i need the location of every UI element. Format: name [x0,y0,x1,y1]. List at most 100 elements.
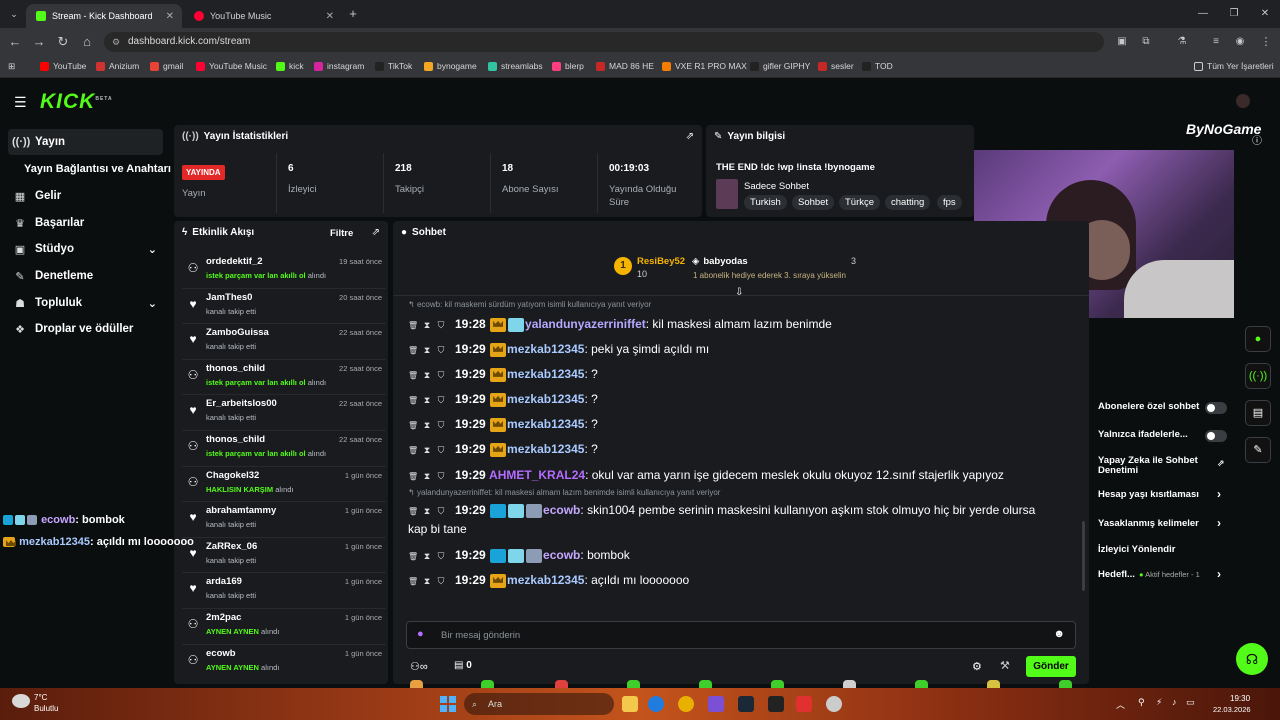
info-icon[interactable]: ⓘ [1252,132,1262,147]
timeout-icon[interactable]: ⧗ [422,366,432,385]
timeout-icon[interactable]: ⧗ [422,467,432,486]
battery-icon[interactable]: ▭ [1186,697,1195,708]
sidebar-item-gelir[interactable]: ▦ Gelir [8,183,163,209]
delete-message-icon[interactable]: 🗑 [408,416,418,435]
chevron-right-icon[interactable]: › [1217,487,1221,501]
activity-item[interactable]: ♥ JamThes0 20 saat önce kanalı takip etti [182,289,386,325]
ban-shield-icon[interactable]: ⛉ [436,341,446,360]
reply-context[interactable]: ↰ ecowb: kil maskemi sürdüm yatıyom isim… [408,300,651,309]
network-icon[interactable]: ⚡ [1156,697,1162,708]
leaderboard-top-user[interactable]: ResiBey52 [637,256,685,267]
delete-message-icon[interactable]: 🗑 [408,366,418,385]
delete-message-icon[interactable]: 🗑 [408,341,418,360]
sidebar-item-stream-key[interactable]: Yayın Bağlantısı ve Anahtarı [20,156,175,182]
delete-message-icon[interactable]: 🗑 [408,502,418,521]
volume-icon[interactable]: ♪ [1172,697,1177,707]
activity-item[interactable]: ♥ ZamboGuissa 22 saat önce kanalı takip ett… [182,324,386,360]
mod-setting-item[interactable]: İzleyici Yönlendir [1098,544,1175,555]
bookmark-item[interactable]: sesler [818,61,854,71]
ban-shield-icon[interactable]: ⛉ [436,547,446,566]
bookmark-item[interactable]: YouTube [40,61,86,71]
weather-text[interactable]: Bulutlu [34,704,58,713]
timeout-icon[interactable]: ⧗ [422,416,432,435]
ban-shield-icon[interactable]: ⛉ [436,502,446,521]
bookmark-item[interactable]: instagram [314,61,364,71]
sidebar-item-denetleme[interactable]: ✎ Denetleme [8,263,163,289]
chat-mode-icon[interactable]: ● [1245,326,1271,352]
leaderboard-second[interactable]: ◈ babyodas [692,256,748,267]
external-link-icon[interactable]: ⇗ [1217,458,1225,469]
chat-scrollbar[interactable] [1082,521,1085,591]
mod-setting-item[interactable]: Hesap yaşı kısıtlaması [1098,489,1199,500]
chat-message[interactable]: 🗑 ⧗ ⛉ 19:29 mezkab12345: peki ya şimdi açıl… [408,340,1078,360]
extension-icon[interactable]: ▣ [1114,34,1130,50]
message-username[interactable]: mezkab12345 [507,573,584,587]
tray-chevron-icon[interactable]: ︿ [1116,698,1125,711]
bookmark-item[interactable]: MAD 86 HE [596,61,654,71]
chat-message[interactable]: 🗑 ⧗ ⛉ 19:29 AHMET_KRAL24: okul var ama yarı… [408,466,1078,486]
chat-message[interactable]: 🗑 ⧗ ⛉ 19:29 ecowb: skin1004 pembe serinin m… [408,501,1078,521]
chat-message[interactable]: 🗑 ⧗ ⛉ 19:29 mezkab12345: ? [408,390,1078,410]
ban-shield-icon[interactable]: ⛉ [436,316,446,335]
profile-avatar-icon[interactable]: ◉ [1232,34,1248,50]
ban-shield-icon[interactable]: ⛉ [436,416,446,435]
mod-setting-item[interactable]: Yalnızca ifadelerle... [1098,429,1188,440]
forward-icon[interactable]: → [31,34,47,50]
tab-list-button[interactable]: ⌄ [6,6,22,22]
bookmark-item[interactable]: kick [276,61,304,71]
toggle-switch[interactable] [1205,430,1227,442]
hamburger-menu-icon[interactable]: ☰ [14,94,27,111]
browser-menu-icon[interactable]: ⋮ [1258,34,1274,50]
weather-cloud-icon[interactable] [12,694,30,708]
delete-message-icon[interactable]: 🗑 [408,391,418,410]
chat-message[interactable]: 🗑 ⧗ ⛉ 19:29 mezkab12345: açıldı mı looooooo [408,571,1078,591]
activity-item[interactable]: ⚇ Chagokel32 1 gün önce HAKLISIN KARŞIM alı… [182,467,386,503]
ban-shield-icon[interactable]: ⛉ [436,441,446,460]
sidebar-item-studyo[interactable]: ▣ Stüdyo ⌄ [8,236,163,262]
timeout-icon[interactable]: ⧗ [422,341,432,360]
message-username[interactable]: mezkab12345 [507,342,584,356]
activity-item[interactable]: ⚇ ecowb 1 gün önce AYNEN AYNEN alındı [182,645,386,681]
chat-message[interactable]: 🗑 ⧗ ⛉ 19:29 mezkab12345: ? [408,440,1078,460]
delete-message-icon[interactable]: 🗑 [408,572,418,591]
lab-icon[interactable]: ⚗ [1174,34,1190,50]
activity-item[interactable]: ♥ arda169 1 gün önce kanalı takip etti [182,573,386,609]
collapse-arrow-icon[interactable]: ⇩ [735,287,743,298]
new-tab-icon[interactable]: + [345,6,361,22]
chat-input[interactable]: ● Bir mesaj gönderin ☻ [406,621,1076,649]
activity-item[interactable]: ⚇ 2m2pac 1 gün önce AYNEN AYNEN alındı [182,609,386,645]
ban-shield-icon[interactable]: ⛉ [436,467,446,486]
chevron-right-icon[interactable]: › [1217,567,1221,581]
delete-message-icon[interactable]: 🗑 [408,441,418,460]
timeout-icon[interactable]: ⧗ [422,316,432,335]
broadcast-toggle-icon[interactable]: ((·)) [1245,363,1271,389]
close-tab-icon[interactable]: ✕ [166,11,174,22]
activity-item[interactable]: ⚇ ordedektif_2 19 saat önce istek parçam va… [182,253,386,289]
ban-shield-icon[interactable]: ⛉ [436,572,446,591]
restore-window-icon[interactable]: ❐ [1226,6,1242,22]
mod-tools-icon[interactable]: ⚒ [1000,659,1010,672]
bookmark-item[interactable]: TOD [862,61,893,71]
users-icon[interactable]: ⚇∞ [410,660,428,673]
bookmark-item[interactable]: bynogame [424,61,477,71]
sidebar-item-droplar[interactable]: ❖ Droplar ve ödüller [8,316,163,342]
timeout-icon[interactable]: ⧗ [422,502,432,521]
sidebar-item-yayin[interactable]: ((·)) Yayın [8,129,163,155]
reload-icon[interactable]: ↻ [55,34,71,50]
timeout-icon[interactable]: ⧗ [422,547,432,566]
toggle-switch[interactable] [1205,402,1227,414]
puzzle-icon[interactable]: ⧉ [1138,34,1154,50]
app-icon[interactable] [768,696,784,712]
user-avatar[interactable] [1236,94,1250,108]
microphone-icon[interactable]: ● [417,628,424,640]
kick-logo[interactable]: KICKBETA [40,90,113,114]
delete-message-icon[interactable]: 🗑 [408,547,418,566]
activity-item[interactable]: ♥ Er_arbeitslos00 22 saat önce kanalı takip… [182,395,386,431]
popout-icon[interactable]: ⇗ [686,131,694,142]
timeout-icon[interactable]: ⧗ [422,572,432,591]
clock-date[interactable]: 22.03.2026 [1213,705,1251,714]
bookmark-item[interactable]: Anizium [96,61,139,71]
message-username[interactable]: ecowb [543,503,580,517]
activity-item[interactable]: ♥ abrahamtammy 1 gün önce kanalı takip etti [182,502,386,538]
message-username[interactable]: mezkab12345 [507,442,584,456]
